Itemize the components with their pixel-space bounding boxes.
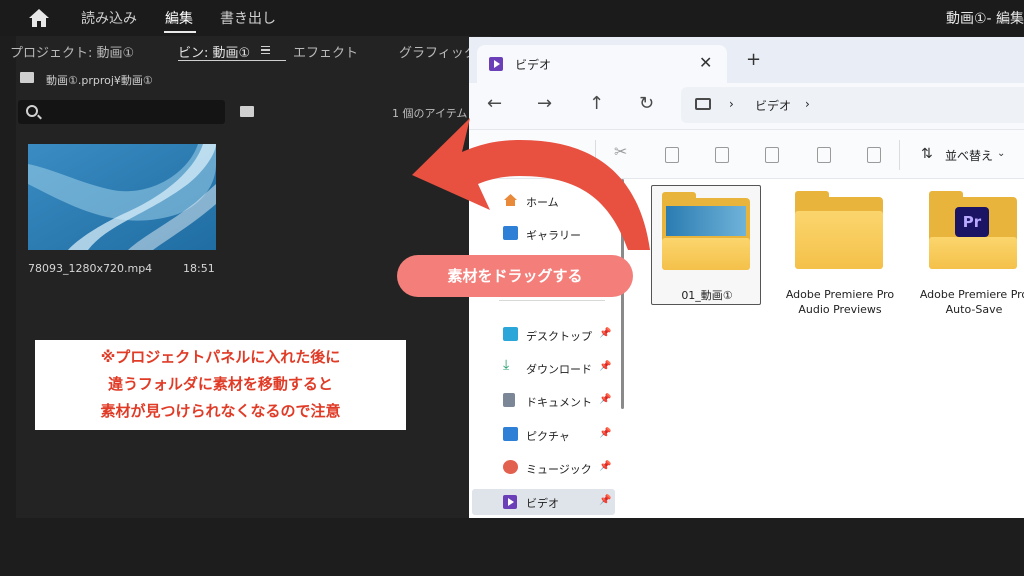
note-line-2: 違うフォルダに素材を移動すると [108, 375, 333, 393]
chevron-right-icon: › [729, 97, 734, 111]
premiere-pro-icon: Pr [955, 207, 989, 237]
panel-tabs: プロジェクト: 動画① ビン: 動画① エフェクト グラフィック [10, 36, 491, 62]
sidebar-item-documents[interactable]: ドキュメント 📌 [499, 388, 619, 414]
download-icon: ⤓ [503, 357, 510, 373]
breadcrumb-videos[interactable]: ビデオ [755, 97, 791, 114]
folder-icon [795, 191, 883, 269]
toolbar-divider [595, 140, 596, 170]
sidebar-item-music[interactable]: ミュージック 📌 [499, 455, 619, 481]
document-icon [503, 393, 515, 407]
note-line-3: 素材が見つけられなくなるので注意 [100, 402, 341, 420]
search-icon [26, 105, 38, 117]
explorer-tab[interactable]: ビデオ ✕ [477, 45, 727, 83]
folder-item-clip[interactable]: 01_動画① [651, 185, 761, 305]
panel-menu-icon[interactable] [261, 46, 270, 54]
close-icon[interactable]: ✕ [699, 53, 712, 72]
pin-icon[interactable]: 📌 [599, 428, 611, 439]
nav-import[interactable]: 読み込み [81, 8, 137, 28]
pin-icon[interactable]: 📌 [599, 394, 611, 405]
paste-icon[interactable] [715, 147, 729, 163]
share-icon[interactable] [817, 147, 831, 163]
file-list: 01_動画① Adobe Premiere Pro Audio Previews… [629, 179, 1024, 518]
rename-icon[interactable] [765, 147, 779, 163]
folder-up-icon[interactable] [20, 72, 34, 83]
folder-label: Adobe Premiere Pro Audio Previews [785, 288, 895, 316]
toolbar-divider [899, 140, 900, 170]
tab-bin[interactable]: ビン: 動画① [178, 42, 250, 61]
gallery-icon [503, 226, 518, 240]
nav-edit[interactable]: 編集 [165, 8, 193, 28]
folder-item-audio-previews[interactable]: Adobe Premiere Pro Audio Previews [785, 185, 895, 316]
explorer-navbar: ← → ↑ ↻ › ビデオ › [469, 83, 1024, 129]
video-icon [503, 495, 517, 509]
pin-icon[interactable]: 📌 [599, 361, 611, 372]
address-bar[interactable]: › ビデオ › [681, 87, 1024, 123]
forward-icon[interactable]: → [537, 93, 552, 114]
tab-project[interactable]: プロジェクト: 動画① [10, 42, 134, 61]
nav-export[interactable]: 書き出し [220, 8, 276, 28]
clip-duration: 18:51 [183, 262, 215, 275]
pictures-icon [503, 427, 518, 441]
copy-icon[interactable] [665, 147, 679, 163]
pin-icon[interactable]: 📌 [599, 328, 611, 339]
cut-icon[interactable]: ✂ [614, 142, 627, 161]
item-count: 1 個のアイテム [392, 107, 468, 120]
delete-icon[interactable] [867, 147, 881, 163]
pin-icon[interactable]: 📌 [599, 495, 611, 506]
sort-icon[interactable]: ⇅ [921, 146, 933, 162]
this-pc-icon [695, 98, 711, 110]
folder-icon: Pr [929, 191, 1017, 269]
back-icon[interactable]: ← [487, 93, 502, 114]
sidebar-item-home[interactable]: ホーム [499, 188, 619, 214]
project-title: 動画①- 編集 [946, 11, 1024, 27]
folder-label: 01_動画① [681, 289, 733, 302]
home-icon [504, 194, 517, 206]
clip-name: 78093_1280x720.mp4 [28, 262, 153, 275]
sidebar-divider [499, 300, 605, 301]
music-icon [503, 460, 518, 474]
sidebar-item-videos[interactable]: ビデオ 📌 [472, 489, 615, 515]
new-tab-icon[interactable]: + [746, 51, 761, 69]
folder-item-auto-save[interactable]: Pr Adobe Premiere Pro Auto-Save [919, 185, 1024, 316]
up-icon[interactable]: ↑ [589, 93, 604, 114]
explorer-titlebar: ビデオ ✕ + [469, 37, 1024, 83]
explorer-toolbar: ✂ ⇅ 並べ替え ⌄ [469, 129, 1024, 179]
bin-path: 動画①.prproj¥動画① [46, 74, 153, 87]
clip-thumbnail[interactable] [28, 144, 216, 250]
warning-note: ※プロジェクトパネルに入れた後に 違うフォルダに素材を移動すると 素材が見つけら… [35, 340, 406, 430]
find-in-bin-icon[interactable] [240, 106, 254, 117]
tab-graphics[interactable]: グラフィック [399, 42, 477, 61]
desktop-icon [503, 327, 518, 341]
sidebar-item-desktop[interactable]: デスクトップ 📌 [499, 322, 619, 348]
sidebar-item-downloads[interactable]: ⤓ ダウンロード 📌 [499, 355, 619, 381]
explorer-sidebar: ホーム ギャラリー デスクトップ 📌 ⤓ ダウンロード 📌 ドキュメント 📌 ピ… [469, 179, 617, 518]
sidebar-item-gallery[interactable]: ギャラリー [499, 221, 619, 247]
folder-icon [662, 192, 750, 270]
drag-instruction-label: 素材をドラッグする [397, 255, 633, 297]
sidebar-item-pictures[interactable]: ピクチャ 📌 [499, 422, 619, 448]
active-nav-indicator [164, 31, 196, 33]
app-header: 読み込み 編集 書き出し 動画①- 編集 [0, 0, 1024, 36]
active-tab-indicator [178, 60, 286, 61]
chevron-down-icon[interactable]: ⌄ [997, 148, 1005, 159]
folder-label: Adobe Premiere Pro Auto-Save [919, 288, 1024, 316]
tab-effects[interactable]: エフェクト [293, 42, 358, 61]
sort-button[interactable]: 並べ替え [945, 147, 993, 164]
pin-icon[interactable]: 📌 [599, 461, 611, 472]
note-line-1: ※プロジェクトパネルに入れた後に [100, 348, 341, 366]
chevron-right-icon: › [805, 97, 810, 111]
home-icon[interactable] [28, 8, 50, 28]
video-folder-icon [489, 57, 503, 71]
refresh-icon[interactable]: ↻ [639, 93, 654, 114]
search-input[interactable] [18, 100, 225, 124]
explorer-tab-title: ビデオ [515, 58, 552, 72]
